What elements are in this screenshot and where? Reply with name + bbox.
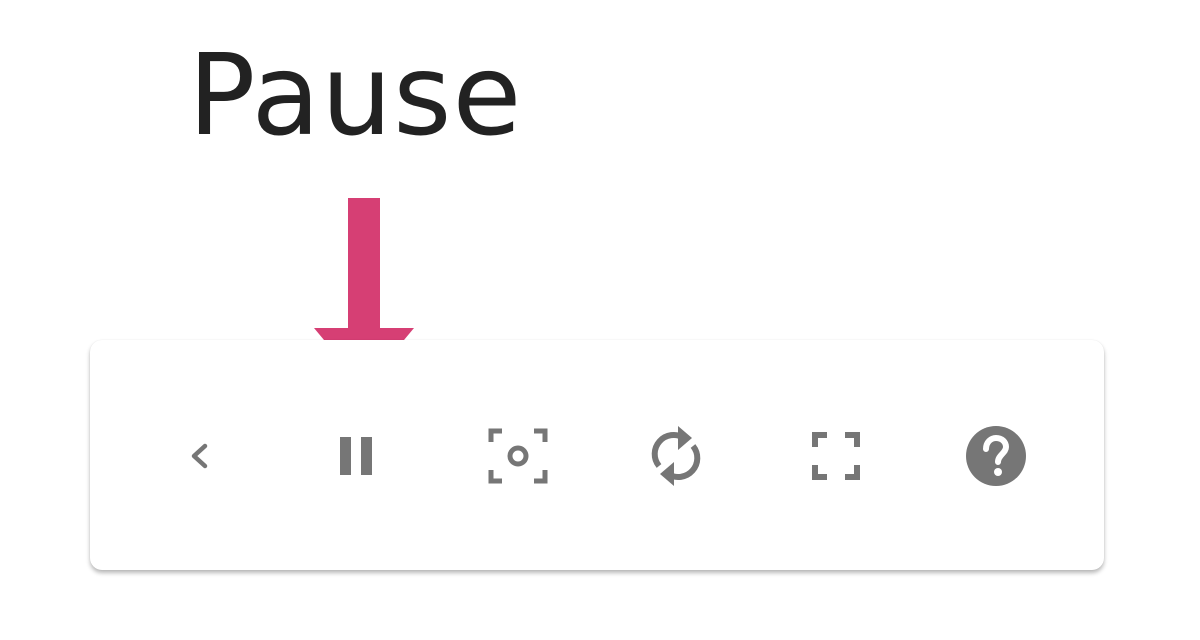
camera-frame-icon (488, 426, 548, 486)
fullscreen-button[interactable] (798, 418, 874, 494)
fullscreen-icon (810, 430, 862, 482)
sync-icon (648, 424, 704, 488)
pause-callout-label: Pause (188, 31, 523, 161)
emulator-toolbar (90, 340, 1104, 570)
rotate-button[interactable] (638, 418, 714, 494)
help-button[interactable] (958, 418, 1034, 494)
screenshot-button[interactable] (480, 418, 556, 494)
pause-icon (334, 432, 382, 480)
help-circle-icon (964, 424, 1028, 488)
chevron-left-icon (180, 436, 220, 476)
pause-button[interactable] (320, 418, 396, 494)
back-button[interactable] (162, 418, 238, 494)
